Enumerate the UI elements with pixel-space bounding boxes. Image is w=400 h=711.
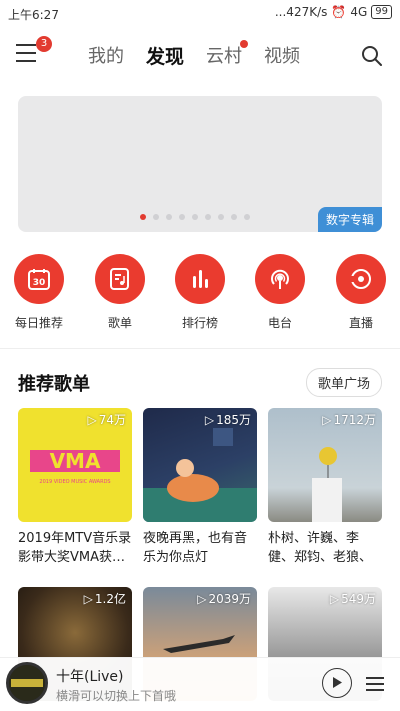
chart-bars-icon <box>175 254 225 304</box>
now-playing-hint: 横滑可以切换上下首哦 <box>56 689 177 703</box>
quick-playlist[interactable]: 歌单 <box>85 254 155 331</box>
hamburger-icon-line <box>16 60 36 62</box>
playlist-card[interactable]: ▷1712万 朴树、许巍、李健、郑钧、老狼、赵雷、 <box>268 408 382 567</box>
quick-label: 直播 <box>348 316 373 330</box>
tab-label: 我的 <box>88 46 124 67</box>
quick-label: 电台 <box>267 316 292 330</box>
playlist-cover: VMA 2019 VIDEO MUSIC AWARDS ▷ 74万 <box>18 408 132 522</box>
playlist-square-button[interactable]: 歌单广场 <box>305 368 382 397</box>
carousel-dot <box>231 214 237 220</box>
playlist-card[interactable]: ▷ 185万 夜晚再黑，也有音乐为你点灯 <box>143 408 257 567</box>
network-speed: ...427K/s <box>274 5 328 19</box>
quick-daily-recommend[interactable]: 30 每日推荐 <box>4 254 74 331</box>
play-count: ▷ 2039万 <box>197 591 251 607</box>
play-count-value: 1.2亿 <box>94 592 126 606</box>
mini-player[interactable]: 十年(Live) 横滑可以切换上下首哦 <box>0 657 400 711</box>
alarm-icon: ⏰ <box>331 5 347 19</box>
play-count-value: 1712万 <box>333 413 376 427</box>
battery-indicator: 99 <box>371 5 392 19</box>
play-button[interactable] <box>322 668 352 698</box>
now-playing-title: 十年(Live) <box>56 669 124 685</box>
album-art[interactable] <box>6 662 48 704</box>
carousel-dot <box>179 214 185 220</box>
playlist-cover: ▷ 185万 <box>143 408 257 522</box>
carousel-dot <box>244 214 250 220</box>
carousel-indicator <box>140 214 250 220</box>
play-count-value: 549万 <box>341 592 376 606</box>
tab-label: 视频 <box>264 46 301 67</box>
status-time: 上午6:27 <box>8 8 59 22</box>
play-count-value: 2039万 <box>208 592 251 606</box>
live-icon <box>336 254 386 304</box>
play-count-value: 74万 <box>98 413 126 427</box>
carousel-dot <box>140 214 146 220</box>
tab-label: 发现 <box>146 46 185 68</box>
status-indicators: ...427K/s ⏰ 4G 99 <box>275 5 392 19</box>
playlist-queue-button[interactable] <box>364 674 386 694</box>
tab-cloud-village[interactable]: 云村 <box>206 40 249 69</box>
tab-mine[interactable]: 我的 <box>88 42 124 69</box>
quick-label: 每日推荐 <box>14 316 63 330</box>
svg-text:VMA: VMA <box>50 449 101 473</box>
playlist-name: 朴树、许巍、李健、郑钧、老狼、赵雷、 <box>268 531 373 565</box>
play-icon <box>333 677 342 688</box>
calendar-icon: 30 <box>14 254 64 304</box>
hamburger-icon-line <box>16 52 36 54</box>
play-count: ▷ 1.2亿 <box>83 591 126 607</box>
playlist-name: 2019年MTV音乐录影带大奖VMA获… <box>18 531 132 565</box>
carousel-dot <box>218 214 224 220</box>
play-count: ▷ 185万 <box>204 412 251 428</box>
quick-label: 歌单 <box>107 316 132 330</box>
carousel-dot <box>192 214 198 220</box>
hamburger-icon <box>16 44 36 46</box>
quick-label: 排行榜 <box>181 316 218 330</box>
notification-dot <box>240 40 249 48</box>
section-title: 推荐歌单 <box>18 374 90 395</box>
banner-carousel[interactable]: 数字专辑 <box>18 96 382 232</box>
top-header: 3 我的 发现 云村 视频 <box>0 30 400 82</box>
play-count: ▷ 1712万 <box>322 412 376 428</box>
network-type: 4G <box>350 5 368 19</box>
search-icon <box>362 46 382 66</box>
playlist-name: 夜晚再黑，也有音乐为你点灯 <box>143 531 248 565</box>
calendar-day: 30 <box>33 278 46 288</box>
divider <box>0 348 400 349</box>
play-count: ▷ 74万 <box>87 412 126 428</box>
play-count: ▷ 549万 <box>329 591 376 607</box>
album-art-image <box>9 665 45 701</box>
playlist-icon <box>95 254 145 304</box>
playlist-cover: ▷ 1712万 <box>268 408 382 522</box>
quick-live[interactable]: 直播 <box>326 254 396 331</box>
playlist-card[interactable]: VMA 2019 VIDEO MUSIC AWARDS ▷ 74万 2019年MT… <box>18 408 132 567</box>
tab-label: 云村 <box>206 46 243 67</box>
tab-discover[interactable]: 发现 <box>146 42 184 69</box>
carousel-dot <box>153 214 159 220</box>
play-count-value: 185万 <box>216 413 251 427</box>
quick-charts[interactable]: 排行榜 <box>165 254 235 331</box>
quick-radio[interactable]: 电台 <box>245 254 315 331</box>
top-tabs: 我的 发现 云村 视频 <box>88 40 300 69</box>
status-bar: 上午6:27 ...427K/s ⏰ 4G 99 <box>0 0 400 28</box>
quick-entries: 30 每日推荐 歌单 排行榜 电台 直播 <box>0 254 400 334</box>
search-button[interactable] <box>360 44 384 68</box>
cover-caption: 2019 VIDEO MUSIC AWARDS <box>39 479 110 485</box>
radio-icon <box>255 254 305 304</box>
menu-badge: 3 <box>36 36 52 52</box>
queue-list-icon <box>366 677 384 691</box>
carousel-dot <box>205 214 211 220</box>
carousel-dot <box>166 214 172 220</box>
banner-tag: 数字专辑 <box>317 207 382 232</box>
tab-video[interactable]: 视频 <box>264 42 300 69</box>
